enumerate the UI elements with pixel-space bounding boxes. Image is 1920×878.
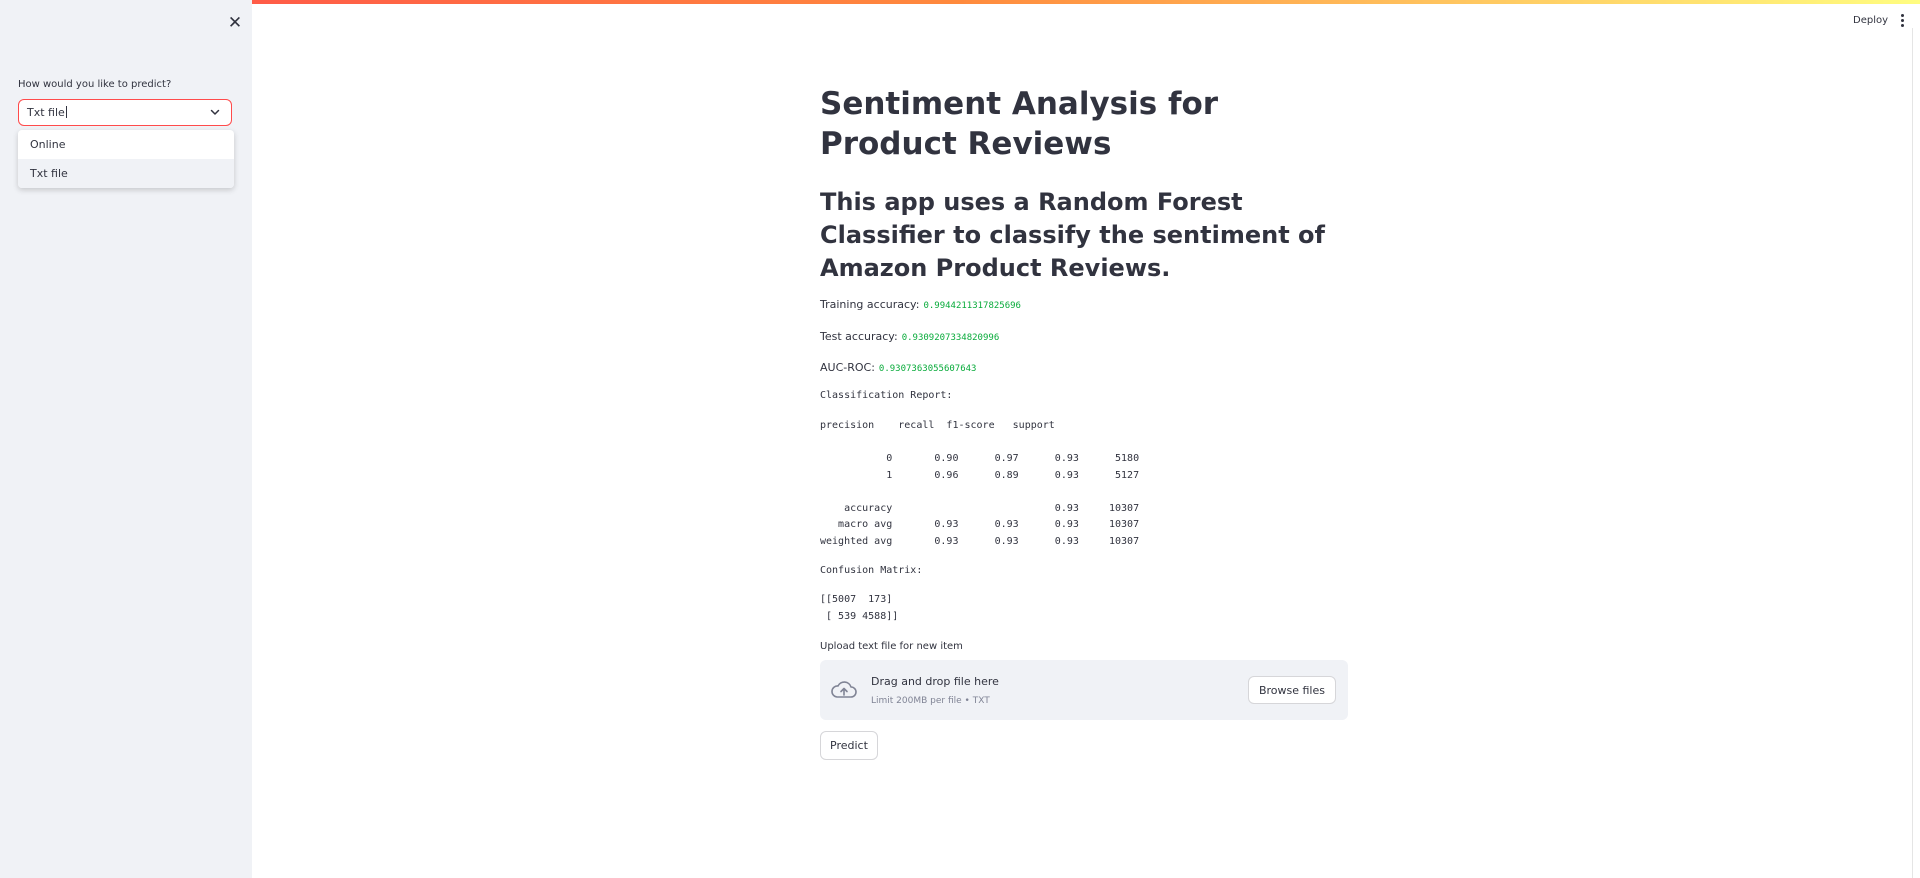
auc-roc-label: AUC-ROC: (820, 361, 875, 374)
top-decoration-stripe (0, 0, 1920, 4)
auc-roc-value: 0.9307363055607643 (878, 364, 977, 374)
dropzone-title: Drag and drop file here (871, 675, 999, 688)
predict-mode-select-value[interactable]: Txt file (27, 106, 67, 119)
predict-button[interactable]: Predict (820, 731, 878, 760)
sidebar: ✕ How would you like to predict? Txt fil… (0, 0, 252, 878)
predict-mode-label: How would you like to predict? (18, 79, 172, 90)
training-accuracy: Training accuracy: 0.9944211317825696 (820, 298, 1021, 311)
dropzone-limit: Limit 200MB per file • TXT (871, 696, 990, 706)
predict-mode-dropdown: Online Txt file (18, 130, 234, 188)
scrollbar[interactable] (1912, 28, 1919, 878)
auc-roc: AUC-ROC: 0.9307363055607643 (820, 361, 976, 374)
dropdown-option-online[interactable]: Online (18, 130, 234, 159)
test-accuracy-value: 0.9309207334820996 (901, 333, 1000, 343)
classification-report: precision recall f1-score support 0 0.90… (820, 420, 1140, 547)
test-accuracy-label: Test accuracy: (820, 330, 898, 343)
close-icon[interactable]: ✕ (226, 14, 244, 32)
text-caret (65, 106, 67, 118)
training-accuracy-value: 0.9944211317825696 (923, 301, 1021, 311)
upload-label: Upload text file for new item (820, 641, 963, 652)
test-accuracy: Test accuracy: 0.9309207334820996 (820, 330, 999, 343)
page-title: Sentiment Analysis for Product Reviews (820, 86, 1219, 162)
training-accuracy-label: Training accuracy: (820, 298, 920, 311)
chevron-down-icon[interactable] (209, 106, 221, 118)
dropdown-option-txt-file[interactable]: Txt file (18, 159, 234, 188)
confusion-matrix: [[5007 173] [ 539 4588]] (820, 594, 899, 622)
predict-mode-select[interactable]: Txt file (18, 99, 232, 126)
deploy-button[interactable]: Deploy (1853, 15, 1888, 26)
classification-report-label: Classification Report: (820, 390, 953, 401)
confusion-matrix-label: Confusion Matrix: (820, 565, 923, 576)
browse-files-button[interactable]: Browse files (1247, 676, 1336, 704)
cloud-upload-icon (831, 681, 857, 698)
page-subtitle: This app uses a Random Forest Classifier… (820, 188, 1325, 282)
file-dropzone[interactable]: Drag and drop file here Limit 200MB per … (820, 660, 1348, 720)
kebab-menu-icon[interactable] (1898, 14, 1906, 28)
